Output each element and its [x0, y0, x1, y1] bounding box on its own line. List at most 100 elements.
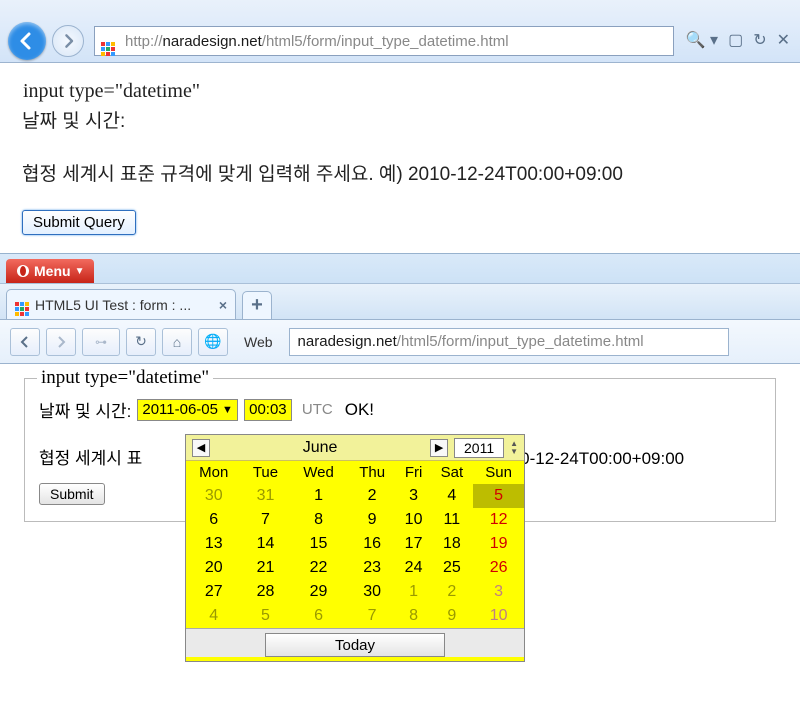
calendar-day[interactable]: 7	[241, 508, 289, 532]
calendar-day[interactable]: 23	[348, 556, 397, 580]
calendar-day[interactable]: 2	[430, 580, 473, 604]
calendar-day[interactable]: 19	[473, 532, 524, 556]
calendar-day[interactable]: 30	[186, 484, 241, 508]
calendar-day[interactable]: 2	[348, 484, 397, 508]
calendar-day[interactable]: 24	[397, 556, 431, 580]
calendar-day[interactable]: 21	[241, 556, 289, 580]
calendar-day[interactable]: 8	[397, 604, 431, 628]
year-spinner[interactable]: ▲▼	[510, 440, 518, 456]
next-month-button[interactable]: ▶	[430, 439, 448, 457]
calendar-day[interactable]: 7	[348, 604, 397, 628]
calendar-day[interactable]: 3	[473, 580, 524, 604]
calendar-dow: Tue	[241, 461, 289, 484]
compat-icon[interactable]: ▢	[728, 30, 743, 50]
arrow-left-icon	[17, 31, 37, 51]
ie-toolbar: http://naradesign.net/html5/form/input_t…	[0, 0, 800, 63]
calendar-day[interactable]: 11	[430, 508, 473, 532]
forward-button[interactable]	[52, 25, 84, 57]
home-button[interactable]: ⌂	[162, 328, 192, 356]
date-value: 2011-06-05	[142, 401, 218, 418]
opera-menu-button[interactable]: Menu ▼	[6, 259, 94, 283]
calendar-dow: Mon	[186, 461, 241, 484]
tab-close-icon[interactable]: ×	[219, 297, 227, 313]
calendar-day[interactable]: 20	[186, 556, 241, 580]
calendar-day[interactable]: 30	[348, 580, 397, 604]
calendar-day[interactable]: 3	[397, 484, 431, 508]
calendar-day[interactable]: 17	[397, 532, 431, 556]
arrow-right-icon	[60, 33, 76, 49]
calendar-dow: Wed	[289, 461, 347, 484]
validation-ok: OK!	[345, 400, 374, 420]
calendar-day[interactable]: 5	[241, 604, 289, 628]
refresh-icon[interactable]: ↻	[753, 30, 766, 50]
time-value: 00:03	[249, 401, 287, 418]
calendar-day[interactable]: 5	[473, 484, 524, 508]
forward-button[interactable]	[46, 328, 76, 356]
tab-favicon-icon	[15, 293, 29, 316]
calendar-day[interactable]: 8	[289, 508, 347, 532]
calendar-dow: Sun	[473, 461, 524, 484]
calendar-day[interactable]: 31	[241, 484, 289, 508]
calendar-day[interactable]: 13	[186, 532, 241, 556]
time-input[interactable]: 00:03	[244, 399, 292, 421]
calendar-day[interactable]: 25	[430, 556, 473, 580]
calendar-day[interactable]: 15	[289, 532, 347, 556]
calendar-day[interactable]: 6	[186, 508, 241, 532]
back-button[interactable]	[10, 328, 40, 356]
url-path: /html5/form/input_type_datetime.html	[397, 333, 644, 350]
calendar-day[interactable]: 1	[289, 484, 347, 508]
triangle-left-icon: ◀	[197, 441, 205, 454]
calendar-day[interactable]: 10	[473, 604, 524, 628]
url-host: naradesign.net	[163, 33, 262, 50]
calendar-day[interactable]: 4	[186, 604, 241, 628]
date-input[interactable]: 2011-06-05 ▼	[137, 399, 238, 421]
back-button[interactable]	[8, 22, 46, 60]
calendar-day[interactable]: 22	[289, 556, 347, 580]
address-bar[interactable]: http://naradesign.net/html5/form/input_t…	[94, 26, 674, 56]
calendar-dow: Fri	[397, 461, 431, 484]
chevron-down-icon: ▼	[75, 266, 85, 277]
calendar-day[interactable]: 14	[241, 532, 289, 556]
datepicker-popup: ◀ June ▶ ▲▼ MonTueWedThuFriSatSun 303112…	[185, 434, 525, 662]
calendar-day[interactable]: 1	[397, 580, 431, 604]
search-icon[interactable]: 🔍 ▾	[686, 30, 718, 50]
calendar-day[interactable]: 28	[241, 580, 289, 604]
prev-month-button[interactable]: ◀	[192, 439, 210, 457]
chevron-down-icon[interactable]: ▼	[222, 404, 233, 416]
stop-icon[interactable]: ✕	[777, 30, 790, 50]
rewind-button[interactable]: ⊶	[82, 328, 120, 356]
calendar-month: June	[216, 439, 424, 457]
calendar-day[interactable]: 6	[289, 604, 347, 628]
new-tab-button[interactable]: +	[242, 291, 272, 319]
home-icon: ⌂	[173, 334, 181, 350]
reload-button[interactable]: ↻	[126, 328, 156, 356]
address-bar[interactable]: naradesign.net/html5/form/input_type_dat…	[289, 328, 729, 356]
ie-page-content: input type="datetime" 날짜 및 시간: 협정 세계시 표준…	[0, 63, 800, 253]
instruction-text: 협정 세계시 표준 규격에 맞게 입력해 주세요. 예) 2010-12-24T…	[22, 159, 778, 186]
calendar-day[interactable]: 26	[473, 556, 524, 580]
calendar-day[interactable]: 16	[348, 532, 397, 556]
spin-down-icon[interactable]: ▼	[510, 448, 518, 456]
search-engine-label[interactable]: Web	[234, 334, 283, 350]
globe-button[interactable]: 🌐	[198, 328, 228, 356]
opera-menu-label: Menu	[34, 263, 71, 279]
fieldset-legend: input type="datetime"	[22, 79, 778, 104]
tab-active[interactable]: HTML5 UI Test : form : ... ×	[6, 289, 236, 319]
ie-right-controls: 🔍 ▾ ▢ ↻ ✕	[686, 30, 790, 50]
arrow-right-icon	[54, 335, 68, 349]
calendar-day[interactable]: 29	[289, 580, 347, 604]
calendar-day[interactable]: 10	[397, 508, 431, 532]
today-button[interactable]: Today	[265, 633, 445, 657]
calendar-day[interactable]: 9	[430, 604, 473, 628]
calendar-day[interactable]: 27	[186, 580, 241, 604]
calendar-day[interactable]: 4	[430, 484, 473, 508]
tab-title: HTML5 UI Test : form : ...	[35, 297, 191, 313]
year-input[interactable]	[454, 438, 504, 458]
submit-button[interactable]: Submit	[39, 483, 105, 505]
submit-button[interactable]: Submit Query	[22, 210, 136, 235]
calendar-day[interactable]: 9	[348, 508, 397, 532]
fieldset-legend: input type="datetime"	[37, 367, 213, 389]
calendar-day[interactable]: 18	[430, 532, 473, 556]
calendar-day[interactable]: 12	[473, 508, 524, 532]
calendar-grid: MonTueWedThuFriSatSun 303112345678910111…	[186, 461, 524, 628]
